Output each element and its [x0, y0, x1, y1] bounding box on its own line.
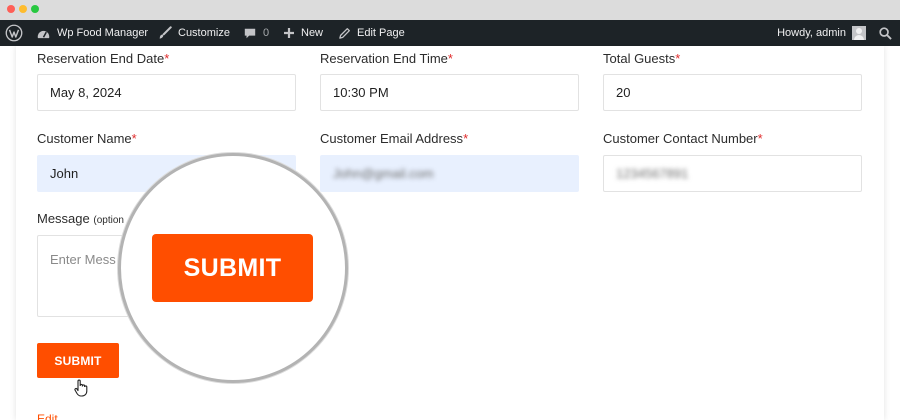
browser-chrome	[0, 0, 900, 20]
wp-admin-bar: Wp Food Manager Customize 0 New Edit Pag…	[0, 20, 900, 46]
customer-contact-field[interactable]: 1234567891	[603, 155, 862, 192]
window-close-dot[interactable]	[7, 5, 15, 13]
message-optional-note: (option	[93, 215, 124, 226]
customer-email-value: John@gmail.com	[333, 166, 434, 181]
site-name-menu[interactable]: Wp Food Manager	[36, 20, 148, 46]
end-time-field[interactable]: 10:30 PM	[320, 74, 579, 111]
customize-label: Customize	[178, 27, 230, 39]
customer-email-field[interactable]: John@gmail.com	[320, 155, 579, 192]
window-minimize-dot[interactable]	[19, 5, 27, 13]
customer-name-label: Customer Name*	[37, 131, 137, 146]
new-content-menu[interactable]: New	[283, 20, 323, 46]
dashboard-icon	[37, 30, 50, 38]
customer-email-label: Customer Email Address*	[320, 131, 469, 146]
customer-name-value: John	[50, 166, 79, 181]
site-name-label: Wp Food Manager	[57, 27, 149, 39]
brush-icon	[159, 26, 172, 39]
end-date-field[interactable]: May 8, 2024	[37, 74, 296, 111]
end-date-value: May 8, 2024	[50, 85, 122, 100]
plus-icon	[284, 28, 294, 38]
end-time-value: 10:30 PM	[333, 85, 389, 100]
edit-link[interactable]: Edit	[37, 412, 58, 420]
new-label: New	[301, 27, 324, 39]
total-guests-field[interactable]: 20	[603, 74, 862, 111]
wordpress-icon	[5, 24, 23, 42]
edit-page-label: Edit Page	[357, 27, 405, 39]
admin-bar-search[interactable]	[879, 20, 892, 46]
wp-logo-menu[interactable]	[5, 20, 23, 46]
pencil-icon	[339, 27, 350, 39]
total-guests-value: 20	[616, 85, 631, 100]
edit-page-link[interactable]: Edit Page	[338, 20, 405, 46]
avatar	[852, 26, 866, 40]
account-menu[interactable]: Howdy, admin	[777, 20, 866, 46]
comments-link[interactable]: 0	[243, 20, 269, 46]
customize-link[interactable]: Customize	[158, 20, 230, 46]
window-maximize-dot[interactable]	[31, 5, 39, 13]
howdy-label: Howdy, admin	[777, 27, 846, 39]
end-date-label: Reservation End Date*	[37, 51, 170, 66]
customer-contact-label: Customer Contact Number*	[603, 131, 763, 146]
end-time-label: Reservation End Time*	[320, 51, 453, 66]
search-icon	[879, 26, 892, 40]
zoomed-submit-button: SUBMIT	[152, 234, 313, 302]
customer-contact-value: 1234567891	[616, 166, 689, 181]
submit-button[interactable]: SUBMIT	[37, 343, 119, 378]
hand-pointer-icon	[74, 379, 88, 397]
comments-count: 0	[263, 27, 270, 39]
message-placeholder: Enter Mess	[50, 252, 116, 267]
message-label: Message (option	[37, 211, 124, 226]
total-guests-label: Total Guests*	[603, 51, 681, 66]
comment-icon	[244, 28, 256, 38]
